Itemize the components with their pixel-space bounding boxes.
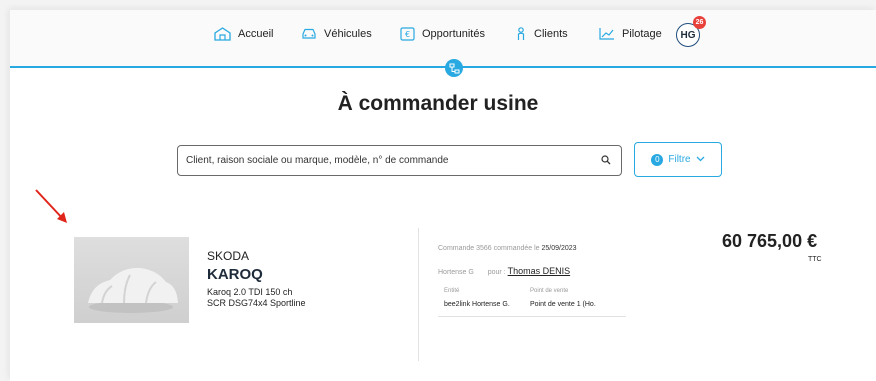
order-date: 25/09/2023	[541, 245, 577, 252]
svg-text:€: €	[405, 30, 410, 39]
nav-label-accueil: Accueil	[238, 28, 274, 40]
vehicle-version-line2: SCR DSG74x4 Sportline	[207, 298, 306, 308]
vehicle-brand: SKODA	[207, 249, 250, 263]
search-input-text[interactable]: Client, raison sociale ou marque, modèle…	[186, 155, 601, 166]
chevron-down-icon	[696, 154, 705, 165]
pos-label: Point de vente	[530, 288, 569, 294]
entity-label: Entité	[444, 288, 460, 294]
covered-car-image[interactable]	[74, 237, 189, 323]
red-arrow-annotation	[35, 189, 67, 223]
order-number-text: Commande 3566 commandée le	[438, 245, 540, 252]
vehicle-price: 60 765,00 €	[722, 231, 818, 251]
main-nav: Accueil Véhicules € Opportunités Clients…	[0, 27, 876, 47]
notification-badge: 26	[693, 16, 706, 29]
entity-table: Entité bee2link Hortense G. Point de ven…	[438, 286, 626, 317]
chart-line-icon	[599, 27, 615, 40]
car-icon	[301, 27, 317, 40]
owner-info: Hortense G pour : Thomas DENIS	[438, 266, 570, 276]
filter-count-badge: 0	[651, 153, 664, 166]
for-text: pour :	[487, 269, 506, 276]
frame-left	[0, 0, 10, 381]
nav-label-clients: Clients	[534, 28, 568, 40]
vehicle-model[interactable]: KAROQ	[207, 266, 263, 283]
filter-label: Filtre	[668, 154, 691, 165]
org-chart-icon[interactable]	[445, 59, 463, 77]
nav-label-vehicules: Véhicules	[324, 27, 372, 40]
nav-item-opportunites[interactable]: € Opportunités	[400, 27, 485, 41]
nav-label-opportunites: Opportunités	[422, 28, 485, 40]
nav-item-accueil[interactable]: Accueil	[214, 27, 273, 41]
euro-tag-icon: €	[400, 27, 415, 41]
person-icon	[515, 27, 527, 41]
order-info: Commande 3566 commandée le 25/09/2023	[438, 245, 577, 252]
nav-item-vehicules[interactable]: Véhicules	[301, 27, 372, 40]
entity-value: bee2link Hortense G.	[444, 301, 510, 308]
search-icon[interactable]	[601, 152, 611, 170]
vehicle-version-line1: Karoq 2.0 TDI 150 ch	[207, 287, 293, 297]
page-title: À commander usine	[337, 92, 539, 115]
pos-value: Point de vente 1 (Ho.	[530, 301, 596, 308]
order-owner: Hortense G	[438, 269, 474, 276]
card-divider	[418, 228, 419, 361]
search-input[interactable]: Client, raison sociale ou marque, modèle…	[177, 145, 622, 176]
nav-label-pilotage: Pilotage	[622, 27, 662, 40]
nav-item-clients[interactable]: Clients	[515, 27, 568, 41]
nav-item-pilotage[interactable]: Pilotage	[599, 27, 662, 40]
price-suffix: TTC	[808, 256, 822, 263]
filter-button[interactable]: 0 Filtre	[634, 142, 722, 177]
client-link[interactable]: Thomas DENIS	[508, 266, 571, 276]
house-icon	[214, 27, 231, 41]
frame-top	[0, 0, 876, 10]
